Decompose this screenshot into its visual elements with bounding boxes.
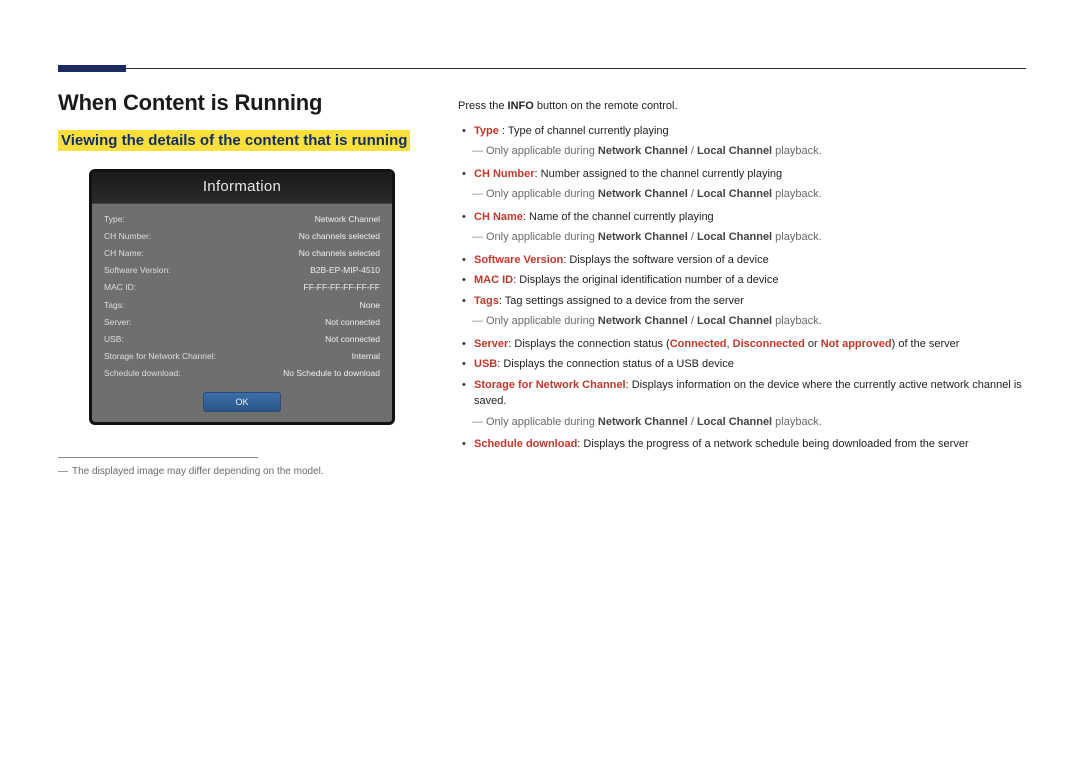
information-row: MAC ID:FF-FF-FF-FF-FF-FF [104,279,380,296]
feature-item: Server: Displays the connection status (… [458,336,1026,353]
feature-subnote: Only applicable during Network Channel /… [458,229,1026,246]
feature-item: CH Name: Name of the channel currently p… [458,209,1026,226]
information-panel-title: Information [92,172,392,204]
feature-item: MAC ID: Displays the original identifica… [458,272,1026,289]
feature-subnote: Only applicable during Network Channel /… [458,414,1026,431]
footnote-divider [58,457,258,458]
information-row: Server:Not connected [104,313,380,330]
information-row: Tags:None [104,296,380,313]
information-panel: Information Type:Network ChannelCH Numbe… [89,169,395,425]
feature-item: Schedule download: Displays the progress… [458,436,1026,453]
information-rows: Type:Network ChannelCH Number:No channel… [92,204,392,386]
feature-subnote: Only applicable during Network Channel /… [458,313,1026,330]
footnote-text: The displayed image may differ depending… [58,466,426,477]
information-row: CH Name:No channels selected [104,244,380,261]
feature-subnote: Only applicable during Network Channel /… [458,186,1026,203]
intro-text: Press the INFO button on the remote cont… [458,98,1026,115]
information-row: Type:Network Channel [104,210,380,227]
feature-item: Type : Type of channel currently playing [458,123,1026,140]
feature-item: Storage for Network Channel: Displays in… [458,377,1026,410]
information-row: Schedule download:No Schedule to downloa… [104,365,380,382]
information-row: CH Number:No channels selected [104,227,380,244]
feature-subnote: Only applicable during Network Channel /… [458,143,1026,160]
feature-item: Software Version: Displays the software … [458,252,1026,269]
feature-item: Tags: Tag settings assigned to a device … [458,293,1026,310]
page-title: When Content is Running [58,90,426,116]
information-row: Software Version:B2B-EP-MIP-4510 [104,262,380,279]
feature-item: CH Number: Number assigned to the channe… [458,166,1026,183]
information-row: Storage for Network Channel:Internal [104,348,380,365]
header-rule [58,68,1026,69]
feature-list: Type : Type of channel currently playing… [458,123,1026,453]
information-row: USB:Not connected [104,330,380,347]
ok-button[interactable]: OK [203,392,281,412]
section-subtitle: Viewing the details of the content that … [58,130,410,151]
feature-item: USB: Displays the connection status of a… [458,356,1026,373]
